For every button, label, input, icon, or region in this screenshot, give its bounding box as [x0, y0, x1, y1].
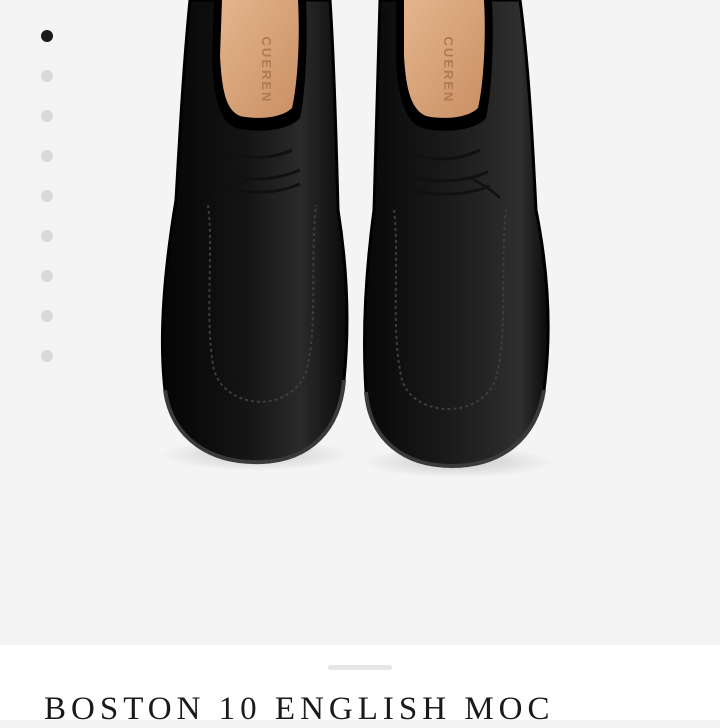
gallery-dot-8[interactable]	[41, 310, 53, 322]
gallery-pagination	[41, 30, 55, 390]
gallery-dot-7[interactable]	[41, 270, 53, 282]
product-image-gallery[interactable]: CUEREN CUEREN	[0, 0, 720, 645]
gallery-dot-3[interactable]	[41, 110, 53, 122]
gallery-dot-6[interactable]	[41, 230, 53, 242]
sheet-drag-handle[interactable]	[328, 665, 392, 670]
gallery-dot-1[interactable]	[41, 30, 53, 42]
product-info-sheet[interactable]: BOSTON 10 ENGLISH MOC	[0, 645, 720, 727]
gallery-dot-2[interactable]	[41, 70, 53, 82]
gallery-dot-4[interactable]	[41, 150, 53, 162]
product-image[interactable]: CUEREN CUEREN	[150, 0, 570, 480]
insole-brand-left: CUEREN	[259, 37, 274, 104]
right-shoe: CUEREN	[362, 0, 550, 469]
product-title: BOSTON 10 ENGLISH MOC	[44, 691, 555, 727]
insole-brand-right: CUEREN	[441, 37, 456, 104]
gallery-dot-5[interactable]	[41, 190, 53, 202]
gallery-dot-9[interactable]	[41, 350, 53, 362]
left-shoe: CUEREN	[160, 0, 349, 465]
